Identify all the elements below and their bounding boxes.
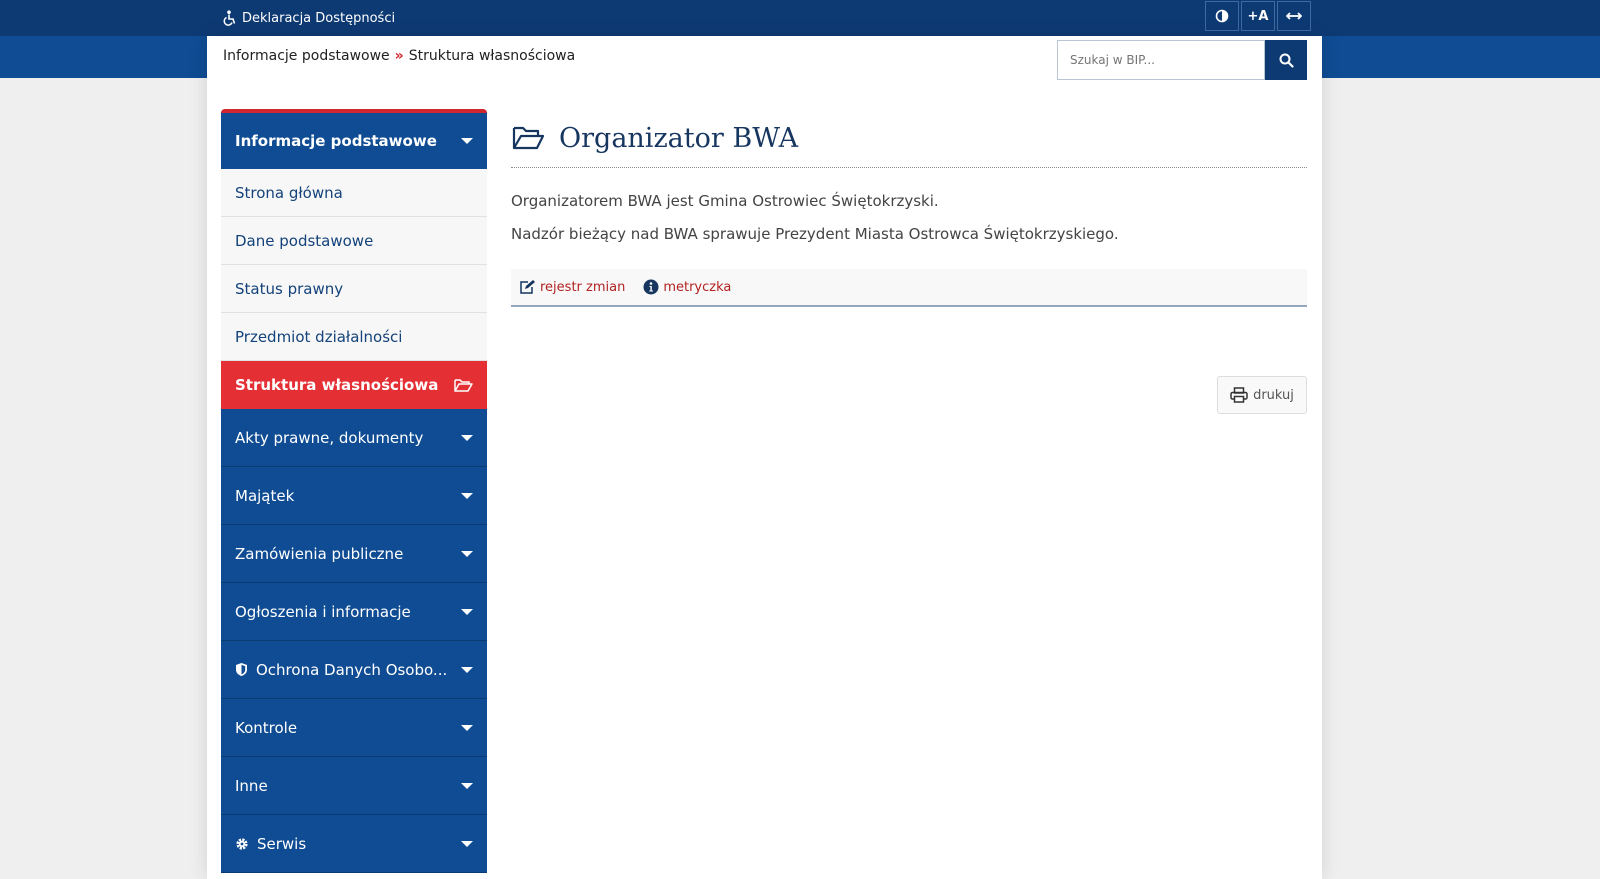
caret-down-icon [461, 782, 473, 789]
sidebar-item-label: Zamówienia publiczne [235, 544, 404, 563]
caret-down-icon [461, 724, 473, 731]
accessibility-tools: +A [1205, 1, 1311, 31]
breadcrumb-item[interactable]: Informacje podstawowe [223, 48, 390, 64]
sidebar-item-inne[interactable]: Inne [221, 757, 487, 815]
sidebar-item-label: Serwis [257, 834, 307, 853]
printer-icon [1230, 387, 1248, 403]
change-log-link[interactable]: rejestr zmian [519, 279, 625, 295]
caret-down-icon [461, 492, 473, 499]
sidebar-item-zamowienia[interactable]: Zamówienia publiczne [221, 525, 487, 583]
caret-down-icon [461, 608, 473, 615]
caret-down-icon [461, 550, 473, 557]
meta-bar: rejestr zmian metryczka [511, 269, 1307, 307]
sidebar-item-ogloszenia[interactable]: Ogłoszenia i informacje [221, 583, 487, 641]
top-bar: Deklaracja Dostępności +A [0, 0, 1600, 36]
content-paragraph: Nadzór bieżący nad BWA sprawuje Prezyden… [511, 225, 1119, 243]
nav-label-group: Ogłoszenia i informacje [235, 603, 411, 621]
sidebar-item-label: Przedmiot działalności [235, 327, 403, 346]
search-input[interactable] [1057, 40, 1265, 80]
arrows-horizontal-icon [1286, 12, 1302, 20]
folder-open-icon [512, 126, 545, 150]
nav-label-group: Kontrole [235, 719, 297, 737]
sidebar-item-dane-podstawowe[interactable]: Dane podstawowe [221, 217, 487, 265]
sidebar-item-serwis[interactable]: Serwis [221, 815, 487, 873]
nav-label-group: Serwis [235, 835, 306, 853]
sidebar-item-struktura-wlasnosciowa[interactable]: Struktura własnościowa [221, 361, 487, 409]
sidebar-item-ochrona-danych[interactable]: Ochrona Danych Osobo... [221, 641, 487, 699]
contrast-icon [1215, 9, 1229, 23]
caret-down-icon [461, 666, 473, 673]
title-row: Organizator BWA [511, 109, 1307, 168]
sidebar-item-label: Status prawny [235, 279, 344, 298]
sidebar-item-label: Strona główna [235, 183, 343, 202]
accessibility-statement-link[interactable]: Deklaracja Dostępności [222, 7, 395, 29]
search-button[interactable] [1265, 40, 1307, 80]
sidebar-item-label: Majątek [235, 486, 295, 505]
page-container: Informacje podstawowe » Struktura własno… [207, 36, 1322, 879]
sidebar-item-akty-prawne[interactable]: Akty prawne, dokumenty [221, 409, 487, 467]
sidebar-item-label: Kontrole [235, 718, 298, 737]
edit-icon [520, 280, 535, 294]
caret-down-icon [461, 840, 473, 847]
sidebar-item-label: Akty prawne, dokumenty [235, 428, 424, 447]
folder-open-icon [454, 379, 473, 392]
print-label: drukuj [1253, 387, 1294, 403]
sidebar-item-kontrole[interactable]: Kontrole [221, 699, 487, 757]
search-icon [1279, 53, 1294, 68]
sidebar-header-label: Informacje podstawowe [235, 132, 437, 150]
sidebar-item-status-prawny[interactable]: Status prawny [221, 265, 487, 313]
sidebar-item-label: Struktura własnościowa [235, 376, 439, 394]
caret-down-icon [461, 434, 473, 441]
search-form [1057, 40, 1307, 80]
sidebar-item-strona-glowna[interactable]: Strona główna [221, 169, 487, 217]
breadcrumb-item[interactable]: Struktura własnościowa [409, 48, 575, 64]
caret-down-icon [461, 138, 473, 144]
nav-label-group: Inne [235, 777, 268, 795]
sidebar-item-majatek[interactable]: Majątek [221, 467, 487, 525]
nav-label-group: Ochrona Danych Osobo... [235, 661, 447, 679]
metadata-label: metryczka [663, 279, 732, 295]
change-log-label: rejestr zmian [540, 279, 626, 295]
sidebar-item-label: Inne [235, 776, 268, 795]
accessibility-statement-label: Deklaracja Dostępności [242, 10, 396, 26]
breadcrumb-separator: » [394, 48, 404, 64]
gear-icon [236, 837, 248, 850]
nav-label-group: Akty prawne, dokumenty [235, 429, 423, 447]
sidebar-item-label: Ogłoszenia i informacje [235, 602, 411, 621]
nav-label-group: Zamówienia publiczne [235, 545, 403, 563]
content-paragraph: Organizatorem BWA jest Gmina Ostrowiec Ś… [511, 192, 939, 210]
sidebar-item-label: Dane podstawowe [235, 231, 374, 250]
sidebar-header-informacje[interactable]: Informacje podstawowe [221, 109, 487, 169]
full-width-button[interactable] [1277, 1, 1311, 31]
nav-label-group: Majątek [235, 487, 294, 505]
print-button[interactable]: drukuj [1217, 376, 1307, 414]
sidebar-menu: Informacje podstawowe Strona główna Dane… [221, 109, 487, 873]
sidebar-item-label: Ochrona Danych Osobo... [256, 660, 448, 679]
main-content: Organizator BWA Organizatorem BWA jest G… [511, 109, 1307, 414]
breadcrumb: Informacje podstawowe » Struktura własno… [223, 48, 575, 64]
contrast-button[interactable] [1205, 1, 1239, 31]
sidebar-item-przedmiot-dzialalnosci[interactable]: Przedmiot działalności [221, 313, 487, 361]
info-icon [643, 279, 659, 295]
page-title: Organizator BWA [559, 122, 799, 154]
shield-icon [236, 663, 247, 676]
wheelchair-icon [223, 10, 236, 26]
text-size-button[interactable]: +A [1241, 1, 1275, 31]
metadata-link[interactable]: metryczka [643, 279, 731, 295]
